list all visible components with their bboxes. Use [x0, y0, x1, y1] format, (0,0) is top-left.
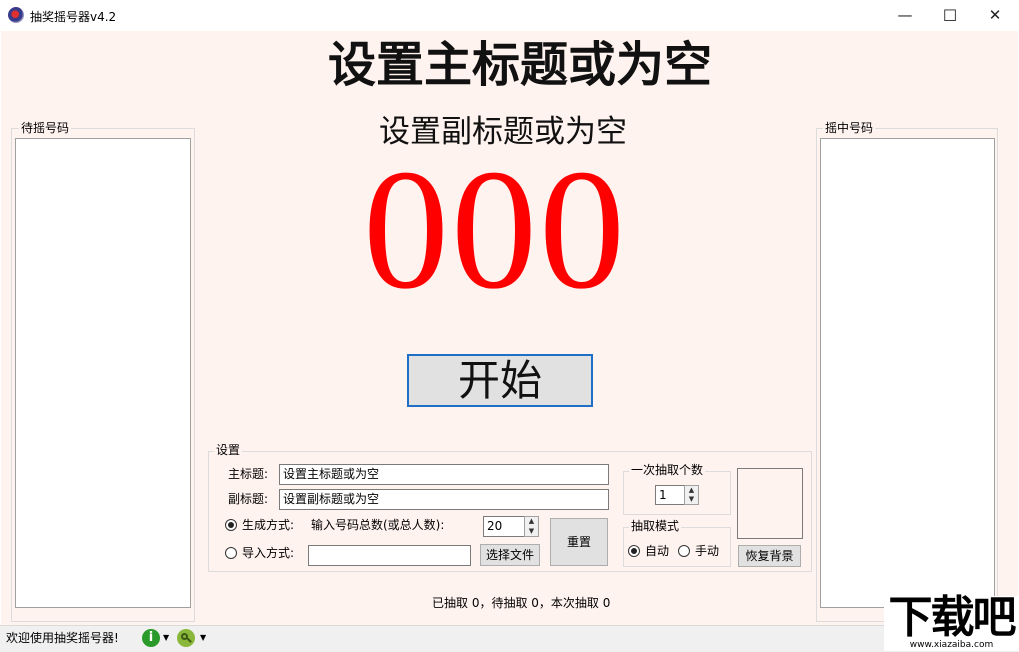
maximize-button[interactable]: ☐ — [927, 0, 973, 31]
main-title-label: 主标题: — [228, 467, 269, 481]
start-button[interactable]: 开始 — [407, 354, 593, 407]
pending-numbers-label: 待摇号码 — [19, 121, 72, 135]
sub-title-input[interactable]: 设置副标题或为空 — [279, 489, 609, 510]
app-icon — [8, 7, 24, 23]
manual-mode-label: 手动 — [695, 544, 720, 558]
generate-mode-label: 生成方式: — [242, 518, 295, 532]
info-icon[interactable]: i — [142, 629, 160, 647]
per-draw-input[interactable]: 1 — [655, 485, 685, 505]
stepper-up-icon[interactable]: ▲ — [525, 517, 538, 527]
total-count-input[interactable]: 20 — [483, 516, 525, 537]
chevron-down-icon[interactable]: ▼ — [163, 634, 169, 642]
title-bar[interactable]: 抽奖摇号器v4.2 — ☐ ✕ — [0, 0, 1019, 31]
status-bar: 欢迎使用抽奖摇号器! i ▼ ▼ — [0, 625, 1019, 652]
pending-numbers-list[interactable] — [15, 138, 191, 608]
chevron-down-icon[interactable]: ▼ — [200, 634, 206, 642]
key-icon[interactable] — [177, 629, 195, 647]
per-draw-label: 一次抽取个数 — [629, 463, 706, 477]
welcome-text: 欢迎使用抽奖摇号器! — [6, 631, 119, 645]
total-count-stepper[interactable]: ▲ ▼ — [524, 516, 539, 537]
draw-number-display: 000 — [363, 135, 627, 325]
sub-title-label: 副标题: — [228, 492, 269, 506]
settings-group-label: 设置 — [214, 443, 243, 457]
close-button[interactable]: ✕ — [972, 0, 1018, 31]
background-preview[interactable] — [737, 468, 803, 539]
stepper-down-icon[interactable]: ▼ — [685, 495, 698, 504]
main-title-input[interactable]: 设置主标题或为空 — [279, 464, 609, 485]
import-mode-radio[interactable] — [225, 547, 237, 559]
draw-summary: 已抽取 0，待抽取 0，本次抽取 0 — [432, 596, 611, 610]
auto-mode-radio[interactable] — [628, 545, 640, 557]
stepper-up-icon[interactable]: ▲ — [685, 486, 698, 495]
auto-mode-label: 自动 — [645, 544, 670, 558]
main-title: 设置主标题或为空 — [327, 37, 712, 93]
watermark-text: 下载吧 — [888, 592, 1017, 643]
watermark: 下载吧 www.xiazaiba.com — [884, 592, 1019, 651]
drawn-numbers-list[interactable] — [820, 138, 995, 608]
import-file-input[interactable] — [308, 545, 471, 566]
window-title: 抽奖摇号器v4.2 — [30, 10, 117, 24]
import-mode-label: 导入方式: — [242, 546, 295, 560]
minimize-button[interactable]: — — [882, 0, 928, 31]
stepper-down-icon[interactable]: ▼ — [525, 527, 538, 537]
drawn-numbers-label: 摇中号码 — [823, 121, 876, 135]
manual-mode-radio[interactable] — [678, 545, 690, 557]
total-count-label: 输入号码总数(或总人数): — [311, 518, 445, 532]
restore-background-button[interactable]: 恢复背景 — [738, 545, 801, 567]
generate-mode-radio[interactable] — [225, 519, 237, 531]
draw-mode-label: 抽取模式 — [629, 519, 682, 533]
watermark-url: www.xiazaiba.com — [909, 640, 994, 650]
per-draw-stepper[interactable]: ▲ ▼ — [684, 485, 699, 505]
reset-button[interactable]: 重置 — [550, 518, 608, 566]
choose-file-button[interactable]: 选择文件 — [480, 544, 540, 566]
